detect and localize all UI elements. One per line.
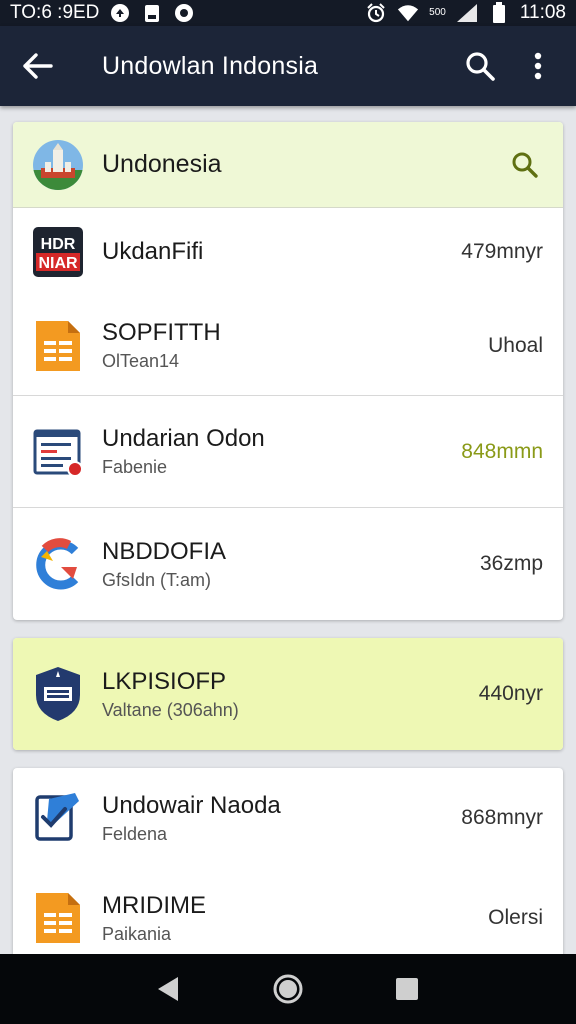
page-title: Undowlan Indonsia xyxy=(102,51,319,80)
logo-line-2: NIAR xyxy=(38,255,78,272)
list-item[interactable]: NBDDOFIA GfsIdn (T:am) 36zmp xyxy=(13,508,563,620)
form-doc-icon xyxy=(33,425,83,479)
home-circle-icon[interactable] xyxy=(268,969,308,1009)
item-subtitle: Paikania xyxy=(102,923,172,944)
item-value: 848mmn xyxy=(461,439,543,463)
list-item[interactable]: LKPISIOFP Valtane (306ahn) 440nyr xyxy=(13,638,563,750)
card-header[interactable]: Undonesia xyxy=(13,122,563,208)
item-title: NBDDOFIA xyxy=(102,537,227,565)
back-triangle-icon[interactable] xyxy=(149,969,189,1009)
newspaper-logo-icon: HDR NIAR xyxy=(33,225,83,279)
card-title: Undonesia xyxy=(102,150,222,178)
landmark-flag-icon xyxy=(33,139,83,190)
item-subtitle: GfsIdn (T:am) xyxy=(102,569,212,590)
arrow-left-icon[interactable] xyxy=(18,46,58,86)
list-item[interactable]: MRIDIME Paikania Olersi xyxy=(13,868,563,968)
item-value: 440nyr xyxy=(478,682,543,705)
item-value: Olersi xyxy=(488,906,543,929)
more-vert-icon[interactable] xyxy=(518,46,558,86)
status-left-text: TO:6 :9ED xyxy=(10,2,100,23)
search-icon[interactable] xyxy=(507,147,543,183)
notification-icon xyxy=(109,2,131,24)
list-item[interactable]: Undarian Odon Fabenie 848mmn xyxy=(13,396,563,508)
item-title: Undarian Odon xyxy=(102,425,265,452)
item-subtitle: Feldena xyxy=(102,823,168,844)
sync-icon xyxy=(173,2,195,24)
item-value: 36zmp xyxy=(479,552,543,575)
status-time: 11:08 xyxy=(519,2,566,23)
country-card: Undonesia HDR NIAR UkdanFifi 479mnyr SOP… xyxy=(13,122,563,620)
item-subtitle: OlTean14 xyxy=(102,351,180,371)
highlight-card: LKPISIOFP Valtane (306ahn) 440nyr xyxy=(13,638,563,750)
item-subtitle: Valtane (306ahn) xyxy=(102,699,239,720)
item-title: Undowair Naoda xyxy=(102,791,281,819)
item-title: SOPFITTH xyxy=(102,319,221,346)
orange-doc-icon xyxy=(33,891,83,945)
item-value: 868mnyr xyxy=(461,806,543,829)
clipboard-icon xyxy=(141,2,163,24)
item-title: UkdanFifi xyxy=(102,238,204,265)
app-bar: Undowlan Indonsia xyxy=(0,26,576,106)
orange-doc-icon xyxy=(33,319,83,373)
search-icon[interactable] xyxy=(460,46,500,86)
wifi-icon xyxy=(397,2,419,24)
list-item[interactable]: SOPFITTH OlTean14 Uhoal xyxy=(13,296,563,396)
item-value: Uhoal xyxy=(488,333,543,357)
signal-icon xyxy=(456,2,478,24)
recents-square-icon[interactable] xyxy=(387,969,427,1009)
list-item[interactable]: Undowair Naoda Feldena 868mnyr xyxy=(13,768,563,868)
logo-line-1: HDR xyxy=(41,236,76,253)
battery-icon xyxy=(488,2,510,24)
item-subtitle: Fabenie xyxy=(102,457,168,477)
status-bar: TO:6 :9ED 500 11:08 xyxy=(0,0,576,26)
status-small-text: 500 xyxy=(429,7,446,18)
alarm-icon xyxy=(365,2,387,24)
item-title: LKPISIOFP xyxy=(102,667,227,695)
shield-badge-icon xyxy=(33,667,83,721)
list-item[interactable]: HDR NIAR UkdanFifi 479mnyr xyxy=(13,208,563,296)
check-doc-icon xyxy=(33,791,83,845)
list-card: Undowair Naoda Feldena 868mnyr MRIDIME P… xyxy=(13,768,563,968)
item-value: 479mnyr xyxy=(461,240,543,263)
item-title: MRIDIME xyxy=(102,891,206,919)
navigation-bar xyxy=(0,954,576,1024)
google-g-icon xyxy=(33,537,83,591)
